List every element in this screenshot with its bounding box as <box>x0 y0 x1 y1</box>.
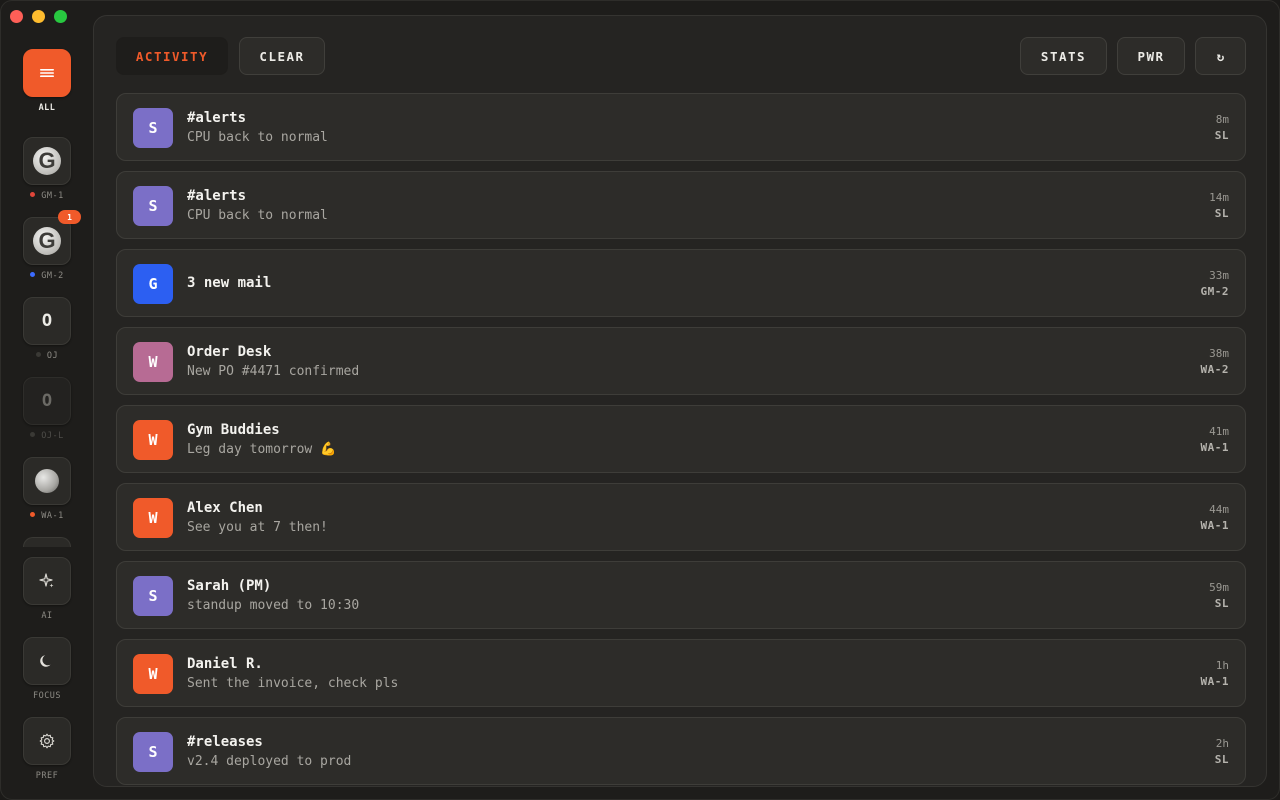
stats-button[interactable]: STATS <box>1020 37 1107 75</box>
feed-item[interactable]: W Gym Buddies Leg day tomorrow 💪 41m WA-1 <box>116 405 1246 473</box>
pref-label: PREF <box>35 771 59 781</box>
moon-icon <box>40 655 51 667</box>
ai-label: AI <box>41 611 53 621</box>
avatar: W <box>133 654 173 694</box>
feed-item-time: 59m <box>1209 581 1229 594</box>
gmail-icon: G <box>33 227 61 255</box>
gear-icon <box>39 733 55 749</box>
status-dot <box>30 512 36 517</box>
focus-button[interactable] <box>23 637 71 685</box>
feed-item-preview: CPU back to normal <box>187 208 328 223</box>
avatar: W <box>133 498 173 538</box>
account-gm-2-label: GM-2 <box>1 271 93 281</box>
avatar: S <box>133 108 173 148</box>
account-gm-1-button[interactable]: G <box>23 137 71 185</box>
feed-item-title: #alerts <box>187 110 247 126</box>
status-dot <box>30 272 36 277</box>
feed-item[interactable]: W Alex Chen See you at 7 then! 44m WA-1 <box>116 483 1246 551</box>
sparkle-icon <box>39 573 54 588</box>
ai-button[interactable] <box>23 557 71 605</box>
feed-item[interactable]: G 3 new mail 33m GM-2 <box>116 249 1246 317</box>
activity-panel: ACTIVITY CLEAR STATS PWR ↻ S #alerts CPU b… <box>93 15 1267 787</box>
status-dot <box>35 352 41 357</box>
sidebar: ALL G GM-1 G 1 GM-2 O OJ O OJ-L WA-1 AI … <box>1 1 93 799</box>
preferences-button[interactable] <box>23 717 71 765</box>
activity-tab[interactable]: ACTIVITY <box>116 37 228 75</box>
feed-item-preview: Leg day tomorrow 💪 <box>187 442 337 457</box>
feed-item-title: 3 new mail <box>187 275 272 291</box>
feed-item[interactable]: W Daniel R. Sent the invoice, check pls 1h W… <box>116 639 1246 707</box>
all-inbox-button[interactable] <box>23 49 71 97</box>
feed-item-preview: New PO #4471 confirmed <box>187 364 360 379</box>
feed-item-time: 1h <box>1215 659 1229 672</box>
power-button[interactable]: PWR <box>1117 37 1185 75</box>
feed-item-title: Order Desk <box>187 344 272 360</box>
feed-item-preview: See you at 7 then! <box>187 520 328 535</box>
feed-item-time: 33m <box>1209 269 1229 282</box>
feed-item-title: Alex Chen <box>187 500 263 516</box>
feed-item-preview: Sent the invoice, check pls <box>187 676 399 691</box>
feed-item-source: GM-2 <box>1200 285 1229 298</box>
avatar: G <box>133 264 173 304</box>
avatar: S <box>133 576 173 616</box>
feed-item-source: WA-1 <box>1200 675 1229 688</box>
feed-item-title: Gym Buddies <box>187 422 280 438</box>
clear-button[interactable]: CLEAR <box>239 37 325 75</box>
feed-item-source: WA-1 <box>1200 519 1229 532</box>
focus-label: FOCUS <box>32 691 62 701</box>
gmail-icon: G <box>33 147 61 175</box>
feed-item-source: WA-1 <box>1200 441 1229 454</box>
feed-item-source: SL <box>1214 129 1229 142</box>
status-dot <box>30 432 36 437</box>
feed-item-preview: v2.4 deployed to prod <box>187 754 352 769</box>
account-oj-label: OJ <box>1 351 93 361</box>
feed-item-source: SL <box>1214 753 1229 766</box>
refresh-button[interactable]: ↻ <box>1195 37 1246 75</box>
account-gm-1-label: GM-1 <box>1 191 93 201</box>
feed-item[interactable]: S #releases v2.4 deployed to prod 2h SL <box>116 717 1246 785</box>
account-more-button[interactable] <box>23 537 71 547</box>
avatar: S <box>133 732 173 772</box>
account-wa-1-label: WA-1 <box>1 511 93 521</box>
feed-item-time: 14m <box>1209 191 1229 204</box>
feed-item-time: 44m <box>1209 503 1229 516</box>
account-oj-l-label: OJ-L <box>1 431 93 441</box>
feed-item-source: SL <box>1214 207 1229 220</box>
unread-badge: 1 <box>58 210 81 224</box>
menu-icon <box>40 69 54 77</box>
status-dot <box>30 192 36 197</box>
feed-item-title: #alerts <box>187 188 247 204</box>
feed-item[interactable]: S #alerts CPU back to normal 14m SL <box>116 171 1246 239</box>
account-oj-l-glyph: O <box>41 391 53 411</box>
feed-item-title: #releases <box>187 734 263 750</box>
account-oj-glyph: O <box>41 311 53 331</box>
account-oj-button[interactable]: O <box>23 297 71 345</box>
globe-icon <box>35 469 59 493</box>
feed-item-title: Sarah (PM) <box>187 578 272 594</box>
account-gm-2-button[interactable]: G <box>23 217 71 265</box>
avatar: S <box>133 186 173 226</box>
feed-item[interactable]: S #alerts CPU back to normal 8m SL <box>116 93 1246 161</box>
refresh-icon: ↻ <box>1216 48 1225 64</box>
feed-item-time: 2h <box>1215 737 1229 750</box>
feed-item-time: 8m <box>1215 113 1229 126</box>
feed-item-title: Daniel R. <box>187 656 263 672</box>
feed-item-preview: standup moved to 10:30 <box>187 598 360 613</box>
feed-item-source: WA-2 <box>1200 363 1229 376</box>
feed-item[interactable]: S Sarah (PM) standup moved to 10:30 59m SL <box>116 561 1246 629</box>
account-oj-l-button[interactable]: O <box>23 377 71 425</box>
feed-item-time: 41m <box>1209 425 1229 438</box>
app-window: ALL G GM-1 G 1 GM-2 O OJ O OJ-L WA-1 AI … <box>0 0 1280 800</box>
account-wa-1-button[interactable] <box>23 457 71 505</box>
feed-item-time: 38m <box>1209 347 1229 360</box>
feed-item-preview: CPU back to normal <box>187 130 328 145</box>
all-label: ALL <box>38 103 56 113</box>
feed-item-source: SL <box>1214 597 1229 610</box>
feed-item[interactable]: W Order Desk New PO #4471 confirmed 38m WA-2 <box>116 327 1246 395</box>
avatar: W <box>133 420 173 460</box>
avatar: W <box>133 342 173 382</box>
